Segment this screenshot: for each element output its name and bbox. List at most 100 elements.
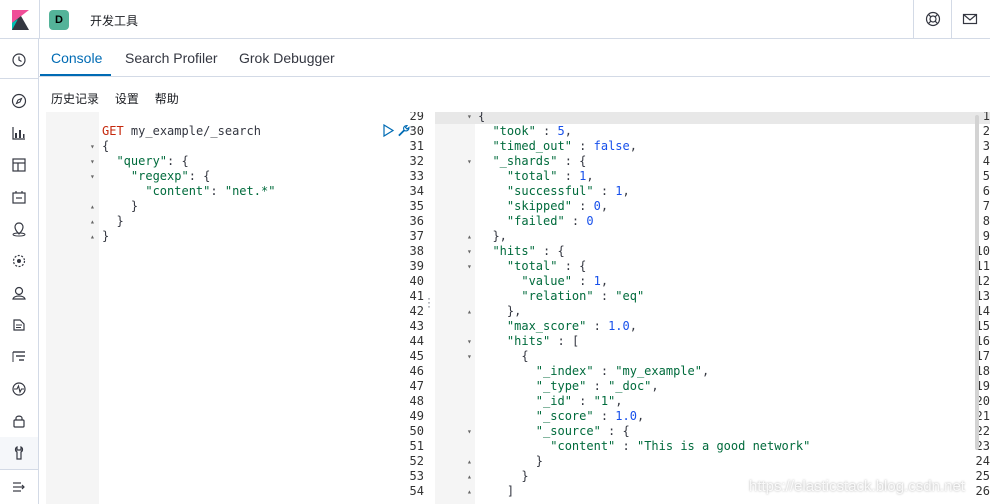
code-text: "regexp": { xyxy=(130,169,211,183)
code-text: { xyxy=(102,139,110,153)
code-text: "query": { xyxy=(116,154,189,168)
response-code-line: 22 ▾ "_source" : { xyxy=(435,424,990,439)
discover-icon[interactable] xyxy=(11,93,27,109)
tab-grok-debugger[interactable]: Grok Debugger xyxy=(239,50,335,66)
fold-toggle-icon[interactable]: ▴ xyxy=(467,484,472,499)
code-text: }, xyxy=(478,229,507,243)
fold-toggle-icon[interactable]: ▴ xyxy=(467,229,472,244)
request-code-line: 40 xyxy=(46,274,424,289)
code-text: { xyxy=(478,112,486,123)
newsfeed-icon[interactable] xyxy=(962,11,978,27)
line-number: 29 xyxy=(409,112,424,123)
visualize-icon[interactable] xyxy=(11,125,27,141)
ml-icon[interactable] xyxy=(11,253,27,269)
response-code-line: 6 "successful" : 1, xyxy=(435,184,990,199)
send-request-icon[interactable] xyxy=(383,124,395,138)
header-divider xyxy=(39,0,40,39)
response-code-line: 11 ▾ "total" : { xyxy=(435,259,990,274)
fold-toggle-icon[interactable]: ▴ xyxy=(90,214,95,229)
help-link[interactable]: 帮助 xyxy=(155,92,179,106)
response-scrollbar[interactable] xyxy=(975,115,979,450)
response-code-line: 2 "took" : 5, xyxy=(435,124,990,139)
panel-resizer[interactable]: · · · xyxy=(427,292,431,312)
tab-search-profiler[interactable]: Search Profiler xyxy=(125,50,218,66)
code-text: ] xyxy=(478,484,515,498)
dev-tools-tabs: Console Search Profiler Grok Debugger xyxy=(39,39,990,77)
line-number: 36 xyxy=(409,214,424,228)
request-code-line: 44 xyxy=(46,334,424,349)
code-text: "content": "net.*" xyxy=(145,184,276,198)
request-code-line: 34 "content": "net.*" xyxy=(46,184,424,199)
code-text: "_source" : { xyxy=(535,424,630,438)
metrics-icon[interactable] xyxy=(11,285,27,301)
line-number: 39 xyxy=(409,259,424,273)
code-text: "content" : "This is a good network" xyxy=(550,439,811,453)
code-text: } xyxy=(478,469,529,483)
fold-toggle-icon[interactable]: ▾ xyxy=(90,139,95,154)
request-code-line: 42 xyxy=(46,304,424,319)
help-icon[interactable] xyxy=(925,11,941,27)
line-number: 31 xyxy=(409,139,424,153)
response-code-line: 21 "_score" : 1.0, xyxy=(435,409,990,424)
line-number: 48 xyxy=(409,394,424,408)
request-code-line: 33 ▾ "regexp": { xyxy=(46,169,424,184)
fold-toggle-icon[interactable]: ▾ xyxy=(467,424,472,439)
dev-tools-icon[interactable] xyxy=(11,445,27,461)
fold-toggle-icon[interactable]: ▾ xyxy=(90,169,95,184)
history-link[interactable]: 历史记录 xyxy=(51,92,99,106)
line-number: 51 xyxy=(409,439,424,453)
fold-toggle-icon[interactable]: ▴ xyxy=(90,199,95,214)
uptime-icon[interactable] xyxy=(11,381,27,397)
request-code-line: 31 ▾ { xyxy=(46,139,424,154)
code-text: "_index" : "my_example", xyxy=(535,364,710,378)
nav-separator xyxy=(0,469,38,470)
header-divider xyxy=(913,0,914,39)
request-code-line: 43 xyxy=(46,319,424,334)
response-code-line: 12 "value" : 1, xyxy=(435,274,990,289)
tab-console[interactable]: Console xyxy=(51,50,102,66)
request-editor[interactable]: 29 30 GET my_example/_search 31 ▾ {32 ▾ "query… xyxy=(46,112,424,504)
line-number: 52 xyxy=(409,454,424,468)
response-code-line: 5 "total" : 1, xyxy=(435,169,990,184)
space-avatar[interactable]: D xyxy=(49,10,69,30)
logs-icon[interactable] xyxy=(11,317,27,333)
code-text: } xyxy=(102,199,139,213)
response-code-line: 1 ▾{ xyxy=(435,112,990,124)
canvas-icon[interactable] xyxy=(11,189,27,205)
fold-toggle-icon[interactable]: ▴ xyxy=(467,454,472,469)
fold-toggle-icon[interactable]: ▴ xyxy=(467,304,472,319)
recently-viewed-icon[interactable] xyxy=(11,52,27,68)
request-code-line: 48 xyxy=(46,394,424,409)
fold-toggle-icon[interactable]: ▾ xyxy=(467,334,472,349)
code-text: } xyxy=(102,229,110,243)
more-actions-icon[interactable] xyxy=(411,126,413,131)
apm-icon[interactable] xyxy=(11,349,27,365)
response-code-line: 20 "_id" : "1", xyxy=(435,394,990,409)
watermark-text: https://elasticstack.blog.csdn.net xyxy=(749,478,965,495)
code-text: "_score" : 1.0, xyxy=(535,409,645,423)
fold-toggle-icon[interactable]: ▾ xyxy=(467,112,472,124)
response-editor[interactable]: 1 ▾{2 "took" : 5, 3 "timed_out" : false, 4 ▾… xyxy=(435,112,990,504)
request-code-line: 45 xyxy=(46,349,424,364)
line-number: 34 xyxy=(409,184,424,198)
fold-toggle-icon[interactable]: ▾ xyxy=(467,154,472,169)
code-text: } xyxy=(478,454,544,468)
fold-toggle-icon[interactable]: ▾ xyxy=(467,259,472,274)
fold-toggle-icon[interactable]: ▾ xyxy=(90,154,95,169)
collapse-nav-icon[interactable] xyxy=(11,479,27,495)
settings-link[interactable]: 设置 xyxy=(115,92,139,106)
fold-toggle-icon[interactable]: ▾ xyxy=(467,349,472,364)
dashboard-icon[interactable] xyxy=(11,157,27,173)
request-code-line: 54 xyxy=(46,484,424,499)
breadcrumb-app-title: 开发工具 xyxy=(90,14,139,28)
wrench-icon[interactable] xyxy=(398,124,410,137)
fold-toggle-icon[interactable]: ▾ xyxy=(467,244,472,259)
response-code-line: 19 "_type" : "_doc", xyxy=(435,379,990,394)
maps-icon[interactable] xyxy=(11,221,27,237)
line-number: 44 xyxy=(409,334,424,348)
code-text: } xyxy=(102,214,124,228)
kibana-logo-icon[interactable] xyxy=(9,9,31,31)
fold-toggle-icon[interactable]: ▴ xyxy=(90,229,95,244)
siem-icon[interactable] xyxy=(11,413,27,429)
fold-toggle-icon[interactable]: ▴ xyxy=(467,469,472,484)
